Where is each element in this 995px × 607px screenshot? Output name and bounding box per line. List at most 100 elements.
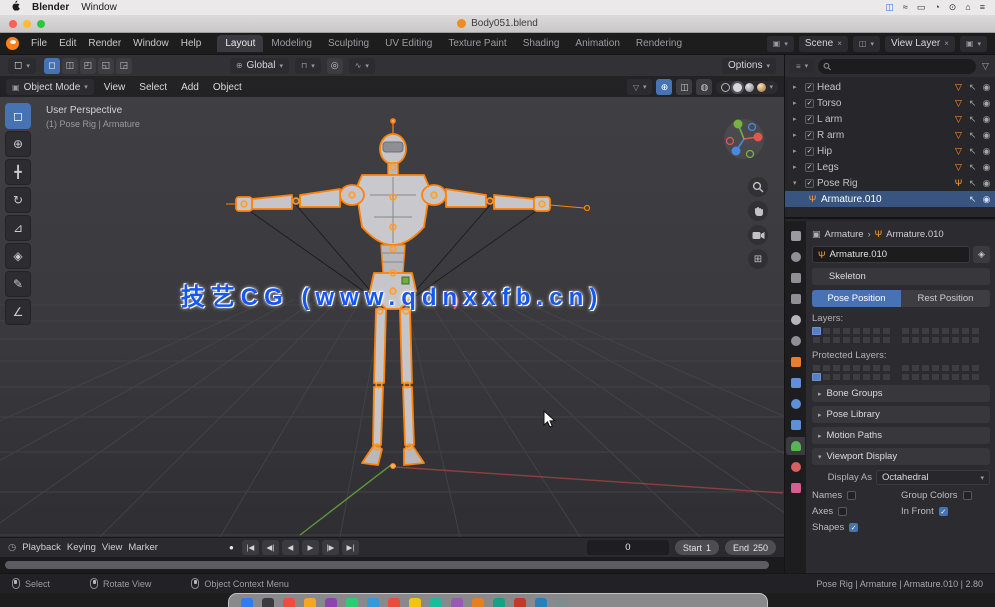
select-mode-intersect-button[interactable]: ◲: [116, 58, 132, 74]
display-as-dropdown[interactable]: Octahedral ▾: [876, 470, 990, 485]
outliner-row-pose-rig[interactable]: ▾ ✓ Pose Rig Ψ ↖ ◉: [785, 175, 995, 191]
viewport-3d[interactable]: ▣Object Mode▾ View Select Add Object ▽▾ …: [0, 77, 784, 537]
zoom-icon[interactable]: [748, 177, 768, 197]
collection-checkbox[interactable]: ✓: [805, 179, 814, 188]
layer-cell[interactable]: [971, 327, 980, 335]
dock-app-icon[interactable]: [262, 598, 274, 607]
layer-cell[interactable]: [931, 364, 940, 372]
marker-menu[interactable]: Marker: [128, 542, 158, 553]
scene-selector[interactable]: Scene×: [799, 36, 848, 52]
hide-eye-icon[interactable]: ◉: [981, 194, 992, 205]
layer-cell[interactable]: [852, 327, 861, 335]
tool-cursor-button[interactable]: ⊕: [5, 131, 31, 157]
show-gizmo-button[interactable]: ⊕: [656, 79, 672, 95]
properties-tab-tool[interactable]: [786, 227, 805, 245]
tool-select-box-button[interactable]: ◻: [5, 103, 31, 129]
outliner-item-label[interactable]: Pose Rig: [817, 178, 950, 189]
outliner-row-legs[interactable]: ▸ ✓ Legs ▽ ↖ ◉: [785, 159, 995, 175]
tab-sculpting[interactable]: Sculpting: [320, 35, 377, 52]
section-motion-paths[interactable]: ▸ Motion Paths: [812, 427, 990, 444]
viewport-menu-object[interactable]: Object: [209, 82, 246, 93]
layer-cell[interactable]: [882, 373, 891, 381]
selectable-icon[interactable]: ↖: [967, 178, 978, 189]
options-dropdown[interactable]: Options▾: [722, 58, 776, 74]
layer-cell[interactable]: [832, 336, 841, 344]
selectable-icon[interactable]: ↖: [967, 194, 978, 205]
orientation-dropdown[interactable]: ⊕Global▾: [230, 58, 289, 74]
layer-cell[interactable]: [872, 336, 881, 344]
layer-cell[interactable]: [822, 364, 831, 372]
properties-tab-constraints[interactable]: [786, 416, 805, 434]
selectable-icon[interactable]: ↖: [967, 162, 978, 173]
dock-app-icon[interactable]: [430, 598, 442, 607]
collection-checkbox[interactable]: ✓: [805, 163, 814, 172]
tab-animation[interactable]: Animation: [567, 35, 627, 52]
shading-solid-button[interactable]: [733, 83, 742, 92]
rest-position-button[interactable]: Rest Position: [901, 290, 990, 307]
viewport-menu-select[interactable]: Select: [135, 82, 171, 93]
minimize-button[interactable]: [23, 20, 31, 28]
dock-app-icon[interactable]: [535, 598, 547, 607]
menubar-status-icon[interactable]: ≈: [903, 2, 908, 12]
keying-menu[interactable]: Keying: [67, 542, 96, 553]
properties-tab-render[interactable]: [786, 248, 805, 266]
disclosure-icon[interactable]: ▸: [793, 131, 802, 139]
selectable-icon[interactable]: ↖: [967, 146, 978, 157]
outliner-item-label[interactable]: Torso: [817, 98, 950, 109]
disclosure-icon[interactable]: ▾: [793, 179, 802, 187]
layer-cell[interactable]: [872, 364, 881, 372]
section-skeleton[interactable]: ✓ Skeleton: [812, 268, 990, 285]
navigation-axis-gizmo[interactable]: [722, 117, 766, 161]
tool-rotate-button[interactable]: ↻: [5, 187, 31, 213]
layer-cell[interactable]: [941, 364, 950, 372]
outliner-row-l-arm[interactable]: ▸ ✓ L arm ▽ ↖ ◉: [785, 111, 995, 127]
layer-cell[interactable]: [941, 336, 950, 344]
disclosure-icon[interactable]: ▸: [793, 115, 802, 123]
play-button[interactable]: ▶: [302, 540, 319, 555]
disclosure-icon[interactable]: ▸: [793, 99, 802, 107]
properties-tab-scene[interactable]: [786, 311, 805, 329]
dock-app-icon[interactable]: [409, 598, 421, 607]
layer-cell[interactable]: [911, 373, 920, 381]
outliner-item-label[interactable]: Hip: [817, 146, 950, 157]
properties-tab-output[interactable]: [786, 269, 805, 287]
layer-cell[interactable]: [822, 327, 831, 335]
outliner-display-mode-dropdown[interactable]: ≡▾: [790, 59, 814, 73]
tab-texture-paint[interactable]: Texture Paint: [440, 35, 514, 52]
select-mode-extend-button[interactable]: ◫: [62, 58, 78, 74]
layer-cell[interactable]: [842, 336, 851, 344]
layer-cell[interactable]: [911, 327, 920, 335]
layer-cell[interactable]: [812, 327, 821, 335]
layer-cell[interactable]: [852, 336, 861, 344]
breadcrumb-object[interactable]: Armature: [825, 229, 864, 240]
collection-checkbox[interactable]: ✓: [805, 99, 814, 108]
dock-app-icon[interactable]: [388, 598, 400, 607]
zoom-button[interactable]: [37, 20, 45, 28]
mode-dropdown[interactable]: ▣Object Mode▾: [6, 79, 94, 95]
dock-app-icon[interactable]: [493, 598, 505, 607]
layer-cell[interactable]: [822, 373, 831, 381]
breadcrumb-data[interactable]: Armature.010: [886, 229, 944, 240]
layer-cell[interactable]: [931, 327, 940, 335]
layer-cell[interactable]: [961, 364, 970, 372]
outliner-item-label[interactable]: Head: [817, 82, 950, 93]
layer-cell[interactable]: [872, 373, 881, 381]
properties-tab-world[interactable]: [786, 332, 805, 350]
menu-edit[interactable]: Edit: [53, 36, 82, 51]
dock-app-icon[interactable]: [283, 598, 295, 607]
outliner-item-label[interactable]: L arm: [817, 114, 950, 125]
selectable-icon[interactable]: ↖: [967, 130, 978, 141]
layer-cell[interactable]: [812, 373, 821, 381]
layer-cell[interactable]: [862, 373, 871, 381]
layer-cell[interactable]: [921, 336, 930, 344]
menu-window[interactable]: Window: [127, 36, 175, 51]
layer-cell[interactable]: [842, 327, 851, 335]
collection-checkbox[interactable]: ✓: [805, 131, 814, 140]
menubar-status-icon[interactable]: ⊙: [949, 2, 957, 12]
search-input[interactable]: [835, 61, 972, 71]
tool-move-button[interactable]: ╋: [5, 159, 31, 185]
hide-eye-icon[interactable]: ◉: [981, 178, 992, 189]
show-overlays-button[interactable]: ◫: [676, 79, 692, 95]
layer-cell[interactable]: [812, 364, 821, 372]
dock-app-icon[interactable]: [241, 598, 253, 607]
